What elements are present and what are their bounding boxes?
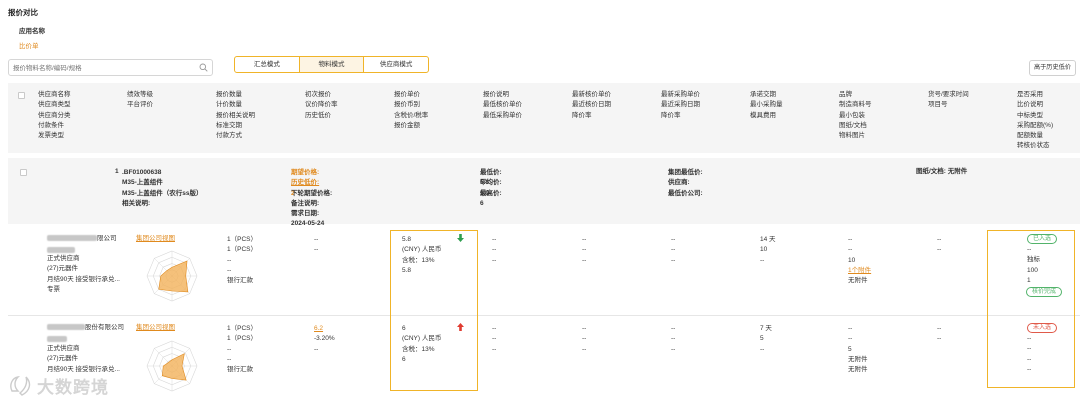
- header-col-supplier: 供应商名称 供应商类型 供应商分类 付款条件 发票类型: [38, 91, 71, 140]
- header-col-latest-check: 最新核价单价 最近核价日期 降价率: [572, 91, 611, 119]
- group-company-view-link[interactable]: 集团公司视图: [136, 324, 175, 332]
- app-name-link[interactable]: 比价单: [19, 43, 39, 51]
- row-divider: [8, 315, 1080, 316]
- header-col-performance: 绩效等级 平台评价: [127, 91, 153, 109]
- select-all-checkbox[interactable]: [18, 92, 25, 99]
- header-col-quote-note: 报价说明 最低核价单价 最低采购单价: [483, 91, 522, 119]
- item-no-info: -- --: [937, 236, 942, 254]
- quote-note-info: -- -- --: [492, 325, 497, 353]
- material-related-label: 相关说明:: [122, 199, 151, 207]
- material-stats: 最低价: 5.8 平均价: 5.9 最高价: 6: [480, 168, 502, 207]
- first-price-info: 6.2 -3.20% --: [314, 324, 335, 353]
- header-col-unit-price: 报价单价 报价币别 含税价/税率 报价金额: [394, 91, 429, 129]
- item-no-info: -- --: [937, 325, 942, 343]
- quantity-info: 1（PCS） 1（PCS） -- -- 银行汇款: [227, 236, 257, 285]
- supplier-name: 限公司: [47, 235, 117, 243]
- first-price-info: -- --: [314, 236, 319, 254]
- material-name: M35-上盖组件: [122, 179, 163, 187]
- promise-info: 7 天 5 --: [760, 325, 772, 353]
- drawing-info: 图纸/文档: 无附件: [916, 168, 968, 175]
- brand-info: -- -- 5 无附件 无附件: [848, 325, 868, 374]
- demand-date-value: 2024-05-24: [291, 220, 325, 228]
- material-spec: M35-上盖组件（农行ss版）: [122, 189, 203, 197]
- promise-info: 14 天 10 --: [760, 236, 776, 264]
- next-expected-label: 下轮期望价格:: [291, 189, 333, 197]
- material-info: .BF01000638 M35-上盖组件 M35-上盖组件（农行ss版） 相关说…: [122, 168, 203, 209]
- material-checkbox[interactable]: [20, 169, 27, 176]
- tab-summary-mode[interactable]: 汇总模式: [235, 57, 300, 72]
- first-price-link[interactable]: 6.2: [314, 324, 335, 334]
- history-low-link[interactable]: 历史低价:: [291, 178, 332, 188]
- latest-check-info: -- -- --: [582, 325, 587, 353]
- header-col-quantity: 报价数量 计价数量 报价相关说明 标准交期 付款方式: [216, 91, 255, 140]
- supplier-meta: 正式供应商 (27)元器件 月结90天 接受银行承兑... 专票: [47, 255, 120, 293]
- supplier-alias-blurred: [47, 336, 67, 342]
- radar-score-area: [158, 260, 189, 293]
- header-col-promise: 承诺交期 最小采购量 模具费用: [750, 91, 783, 119]
- quantity-info: 1（PCS） 1（PCS） -- -- 银行汇款: [227, 325, 257, 374]
- search-input[interactable]: [13, 62, 193, 74]
- header-col-adopt: 是否采用 比价说明 中标类型 采购配额(%) 配额数量 转核价状态: [1017, 91, 1054, 150]
- performance-radar-chart: [146, 250, 198, 302]
- tab-supplier-mode[interactable]: 供应商模式: [364, 57, 428, 72]
- latest-purchase-info: -- -- --: [671, 325, 676, 353]
- mode-switcher: 汇总模式 物料模式 供应商模式: [234, 56, 429, 73]
- watermark-logo-icon: [10, 375, 31, 396]
- supplier-alias-blurred: [47, 247, 75, 253]
- latest-check-info: -- -- --: [582, 236, 587, 264]
- header-col-first-price: 初次报价 议价降价率 历史低价: [305, 91, 338, 119]
- radar-score-area: [161, 353, 187, 381]
- remark-label: 备注说明:: [291, 199, 320, 207]
- search-icon[interactable]: [199, 63, 208, 72]
- status-highlight-box: [987, 230, 1075, 388]
- header-col-latest-purchase: 最新采购单价 最近采购日期 降价率: [661, 91, 700, 119]
- page-title: 报价对比: [8, 8, 38, 17]
- watermark-text: 大数跨境: [37, 378, 109, 397]
- search-box[interactable]: [8, 59, 213, 76]
- tab-material-mode[interactable]: 物料模式: [299, 57, 365, 72]
- header-col-item-no: 货号/要求时间 项目号: [928, 91, 969, 109]
- unit-price-highlight-box: [390, 230, 478, 391]
- group-stats: 集团最低价: 供应商: 最低价公司:: [668, 169, 703, 197]
- above-history-button[interactable]: 高于历史低价: [1029, 60, 1076, 76]
- brand-info: -- -- 10 1个附件 无附件: [848, 236, 872, 285]
- material-price-info: 期望价格: 历史低价: 2 下轮期望价格: 备注说明: 需求日期: 2024-0…: [291, 168, 333, 227]
- material-code: .BF01000638: [122, 169, 162, 176]
- header-col-brand: 品牌 制造商料号 最小包装 图纸/文档 物料图片: [839, 91, 872, 140]
- group-company-view-link[interactable]: 集团公司视图: [136, 235, 175, 243]
- material-index: 1: [115, 168, 119, 175]
- performance-radar-chart: [146, 340, 198, 392]
- quote-note-info: -- -- --: [492, 236, 497, 264]
- demand-date-label: 需求日期:: [291, 210, 320, 218]
- supplier-name: 股份有限公司: [47, 324, 124, 332]
- latest-purchase-info: -- -- --: [671, 236, 676, 264]
- attachment-link[interactable]: 1个附件: [848, 266, 871, 276]
- table-header: [8, 83, 1080, 153]
- app-name-label: 应用名称: [19, 28, 45, 35]
- max-price-value: 6: [480, 199, 484, 207]
- watermark: 大数跨境: [8, 373, 109, 398]
- supplier-meta: 正式供应商 (27)元器件 月结90天 接受银行承兑...: [47, 345, 120, 373]
- expected-price-label: 期望价格:: [291, 169, 320, 176]
